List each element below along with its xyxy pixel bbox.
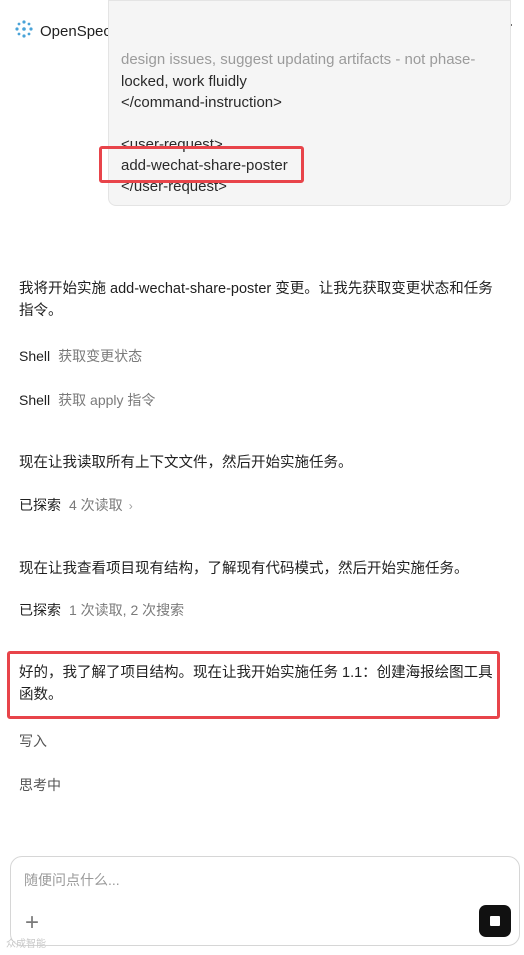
assistant-message: 现在让我查看项目现有结构，了解现有代码模式，然后开始实施任务。 [19, 561, 469, 577]
tool-call-row[interactable]: Shell 获取 apply 指令 [19, 390, 155, 410]
explored-row[interactable]: 已探索 4 次读取 › [19, 495, 133, 515]
code-line: design issues, suggest updating artifact… [121, 51, 476, 68]
tool-detail: 获取变更状态 [58, 348, 143, 364]
tool-detail: 获取 apply 指令 [58, 392, 156, 408]
writing-status: 写入 [19, 733, 47, 749]
highlight-box [7, 651, 500, 719]
code-line: </command-instruction> [121, 94, 282, 111]
explored-label: 已探索 [19, 497, 61, 513]
stop-button[interactable] [479, 905, 511, 937]
tool-label: Shell [19, 392, 51, 408]
add-attachment-icon[interactable]: + [25, 909, 39, 937]
chevron-right-icon: › [128, 499, 133, 513]
tool-call-row[interactable]: Shell 获取变更状态 [19, 346, 142, 366]
assistant-message: 我将开始实施 add-wechat-share-poster 变更。让我先获取变… [19, 281, 493, 319]
app-logo-icon [15, 20, 33, 38]
chat-input-box[interactable]: 随便问点什么... + [10, 856, 520, 946]
assistant-message: 现在让我读取所有上下文文件，然后开始实施任务。 [19, 455, 353, 471]
thinking-status: 思考中 [19, 777, 61, 793]
watermark: 众成智能 [6, 939, 46, 950]
tool-label: Shell [19, 348, 51, 364]
explored-label: 已探索 [19, 602, 61, 618]
explored-detail: 4 次读取 [69, 497, 123, 513]
chat-input[interactable]: 随便问点什么... [24, 870, 120, 890]
explored-row[interactable]: 已探索 1 次读取, 2 次搜索 [19, 600, 184, 620]
code-line: locked, work fluidly [121, 73, 247, 90]
stop-icon [490, 916, 500, 926]
explored-detail: 1 次读取, 2 次搜索 [69, 602, 185, 618]
highlight-box [99, 146, 304, 183]
